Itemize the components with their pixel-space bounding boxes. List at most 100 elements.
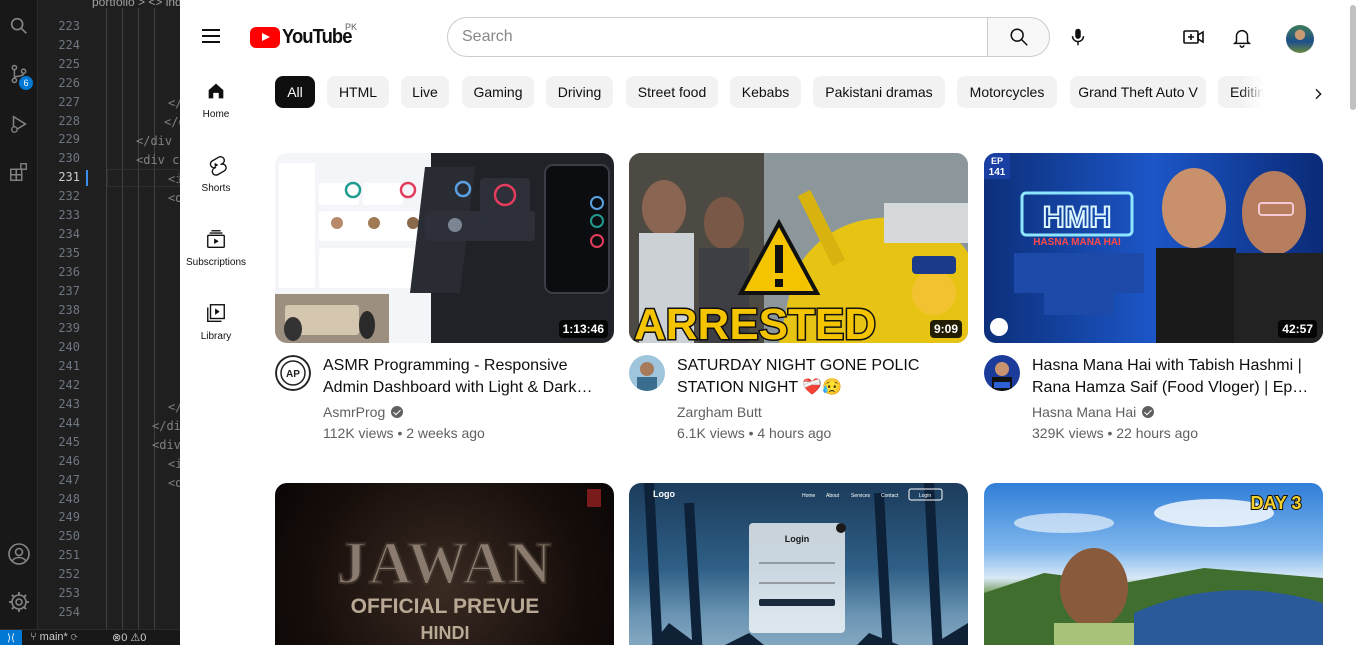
- line-number: 247: [58, 472, 80, 487]
- create-video-button[interactable]: [1176, 19, 1212, 55]
- branch-icon: ⑂: [30, 631, 37, 643]
- video-thumbnail[interactable]: JAWAN OFFICIAL PREVUE HINDI: [275, 483, 614, 645]
- problems-indicator[interactable]: ⊗0 ⚠0: [112, 631, 146, 644]
- warning-count: 0: [140, 632, 147, 644]
- line-number: 229: [58, 132, 80, 147]
- video-title[interactable]: ASMR Programming - Responsive Admin Dash…: [323, 355, 603, 399]
- chip-motorcycles[interactable]: Motorcycles: [957, 76, 1057, 108]
- svg-text:141: 141: [989, 167, 1006, 178]
- library-icon: [204, 301, 228, 325]
- video-duration: 42:57: [1278, 320, 1317, 338]
- search-button[interactable]: [987, 17, 1050, 57]
- line-number: 235: [58, 245, 80, 260]
- thumb-subtitle: HASNA MANA HAI: [1033, 237, 1121, 248]
- channel-avatar[interactable]: AP: [275, 355, 311, 391]
- jawan-thumbnail-art: JAWAN OFFICIAL PREVUE HINDI: [336, 489, 601, 643]
- account-icon[interactable]: [3, 538, 35, 570]
- video-thumbnail[interactable]: ARRESTED 9:09: [629, 153, 968, 343]
- video-duration: 9:09: [929, 320, 962, 338]
- search-icon[interactable]: [3, 10, 35, 42]
- youtube-logo[interactable]: YouTube: [250, 23, 358, 51]
- create-video-icon: [1183, 30, 1204, 44]
- voice-search-button[interactable]: [1060, 19, 1096, 55]
- thumb-text: HMH: [1043, 201, 1111, 234]
- video-metadata: 6.1K views • 4 hours ago: [677, 425, 832, 441]
- search-box: [447, 17, 988, 57]
- line-number: 227: [58, 94, 80, 109]
- channel-name[interactable]: AsmrProg: [323, 404, 385, 420]
- svg-text:AP: AP: [286, 369, 300, 380]
- account-avatar[interactable]: [1286, 25, 1314, 53]
- chip-html[interactable]: HTML: [327, 76, 389, 108]
- chip-all[interactable]: All: [275, 76, 315, 108]
- error-count: 0: [121, 632, 128, 644]
- bell-icon: [1232, 29, 1252, 48]
- notifications-button[interactable]: [1224, 19, 1260, 55]
- chip-next-button[interactable]: [1304, 80, 1332, 108]
- nav-item-library[interactable]: Library: [180, 287, 252, 357]
- search-input[interactable]: [462, 27, 962, 47]
- chip-kebabs[interactable]: Kebabs: [730, 76, 801, 108]
- line-number: 238: [58, 302, 80, 317]
- line-number: 224: [58, 37, 80, 52]
- microphone-icon: [1071, 28, 1085, 46]
- svg-text:EP: EP: [991, 156, 1003, 166]
- line-number-gutter: 223 224 225 226 227 228 229 230 231 232 233 234 235 2…: [38, 0, 92, 629]
- chip-live[interactable]: Live: [401, 76, 449, 108]
- chip-bar: All HTML Live Gaming Driving Street food…: [275, 76, 1335, 110]
- channel-name-row: Zargham Butt: [677, 404, 762, 420]
- git-branch[interactable]: ⑂ main* ⟳: [30, 631, 77, 643]
- thumb-login-title: Login: [785, 534, 810, 544]
- video-thumbnail[interactable]: EP 141 HMH HASNA MANA HAI 42:57: [984, 153, 1323, 343]
- error-icon: ⊗: [112, 632, 122, 644]
- thumb-nav-3: Contact: [881, 493, 899, 499]
- extensions-icon[interactable]: [3, 156, 35, 188]
- nav-item-home[interactable]: Home: [180, 65, 252, 135]
- nav-item-subscriptions[interactable]: Subscriptions: [180, 213, 252, 283]
- chip-driving[interactable]: Driving: [546, 76, 613, 108]
- channel-avatar[interactable]: [629, 355, 665, 391]
- nav-label: Shorts: [201, 183, 231, 194]
- scm-badge: 6: [19, 76, 33, 90]
- channel-name[interactable]: Hasna Mana Hai: [1032, 404, 1136, 420]
- shorts-icon: [204, 153, 228, 177]
- line-number: 244: [58, 415, 80, 430]
- code-editor[interactable]: </ </di </div <div c <i <d </ </di <div …: [92, 0, 180, 629]
- page-scrollbar[interactable]: [1350, 5, 1356, 110]
- video-metadata: 329K views • 22 hours ago: [1032, 425, 1199, 441]
- settings-gear-icon[interactable]: [3, 586, 35, 618]
- line-number: 239: [58, 321, 80, 336]
- line-number: 240: [58, 340, 80, 355]
- thumb-subtitle-2: HINDI: [421, 623, 470, 643]
- run-debug-icon[interactable]: [3, 108, 35, 140]
- video-thumbnail[interactable]: DAY 3: [984, 483, 1323, 645]
- video-thumbnail[interactable]: Logo Home About Services Contact Login L…: [629, 483, 968, 645]
- nav-item-shorts[interactable]: Shorts: [180, 139, 252, 209]
- guide-menu-icon[interactable]: [202, 23, 228, 49]
- thumb-text: JAWAN: [337, 530, 554, 596]
- chip-grand-theft-auto-v[interactable]: Grand Theft Auto V: [1070, 76, 1206, 108]
- chip-pakistani-dramas[interactable]: Pakistani dramas: [813, 76, 945, 108]
- line-number: 237: [58, 283, 80, 298]
- video-metadata: 112K views • 2 weeks ago: [323, 425, 485, 441]
- thumb-logo: Logo: [653, 489, 675, 499]
- nav-label: Library: [200, 331, 232, 342]
- hmh-thumbnail-art: EP 141 HMH HASNA MANA HAI: [984, 153, 1323, 343]
- nav-label: Subscriptions: [185, 257, 247, 268]
- home-icon: [204, 79, 228, 103]
- verified-badge-icon: [391, 406, 404, 418]
- sync-icon[interactable]: ⟳: [71, 631, 78, 643]
- remote-indicator-icon[interactable]: ⟩⟨: [0, 630, 22, 645]
- chip-street-food[interactable]: Street food: [626, 76, 718, 108]
- verified-badge-icon: [1142, 406, 1155, 418]
- video-thumbnail[interactable]: 1:13:46: [275, 153, 614, 343]
- breadcrumb[interactable]: portfolio > <> index.h: [92, 0, 180, 8]
- thumb-nav-4: Login: [919, 493, 931, 499]
- chip-gaming[interactable]: Gaming: [462, 76, 534, 108]
- warning-icon: ⚠: [130, 632, 141, 644]
- video-title[interactable]: SATURDAY NIGHT GONE POLIC STATION NIGHT …: [677, 355, 957, 399]
- source-control-icon[interactable]: 6: [3, 58, 35, 90]
- video-title[interactable]: Hasna Mana Hai with Tabish Hashmi | Rana…: [1032, 355, 1312, 399]
- channel-avatar[interactable]: [984, 355, 1020, 391]
- channel-name[interactable]: Zargham Butt: [677, 404, 762, 420]
